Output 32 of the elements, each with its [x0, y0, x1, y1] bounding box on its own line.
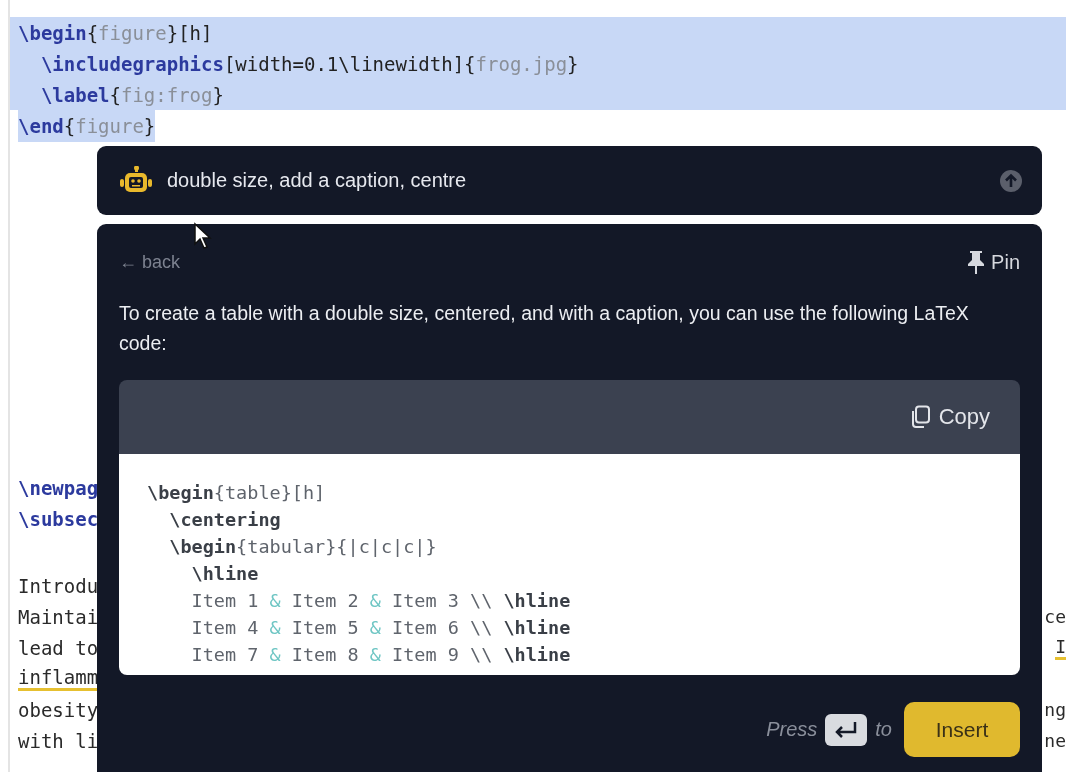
code-line: lead to	[18, 636, 99, 659]
code-line: \newpag	[18, 476, 99, 499]
text-fragment: I	[1055, 635, 1066, 660]
code-line: Maintai	[18, 605, 99, 628]
text-fragment: ng	[1044, 699, 1066, 720]
mouse-pointer-icon	[193, 222, 213, 250]
assistant-message: To create a table with a double size, centered, and with a caption, you can use the following LaTeX code:	[119, 301, 970, 356]
back-link[interactable]: ← back	[119, 251, 181, 273]
copy-button[interactable]: Copy	[908, 404, 990, 430]
code-line: with li	[18, 729, 99, 752]
code-line: \begin{table}[h]	[147, 481, 327, 505]
text-fragment: ne	[1044, 730, 1066, 751]
pin-icon	[967, 250, 986, 274]
code-line: \hline	[190, 562, 260, 586]
hint-text: to	[875, 718, 892, 741]
code-line: Introdu	[18, 574, 99, 597]
code-line: Item 7 & Item 8 & Item 9 \\ \hline	[190, 643, 572, 667]
text-fragment: ce	[1044, 606, 1066, 627]
send-icon[interactable]	[1000, 169, 1022, 192]
code-line: \includegraphics[width=0.1\linewidth]{frog.jpg}	[39, 52, 579, 75]
code-line: Item 1 & Item 2 & Item 3 \\ \hline	[190, 589, 572, 613]
code-line: \label{fig:frog}	[39, 83, 224, 106]
enter-key-icon	[825, 713, 868, 746]
insert-button[interactable]: Insert	[904, 702, 1020, 757]
code-line: \begin{tabular}{|c|c|c|}	[168, 535, 438, 559]
code-line: \subsec	[18, 507, 99, 530]
code-line: obesity	[18, 698, 99, 721]
code-line: \begin{figure}[h]	[18, 21, 213, 44]
code-line: Item 4 & Item 5 & Item 6 \\ \hline	[190, 616, 572, 640]
pin-button[interactable]: Pin	[967, 250, 1020, 274]
code-line: \centering	[168, 508, 282, 532]
hint-text: Press	[766, 718, 818, 741]
